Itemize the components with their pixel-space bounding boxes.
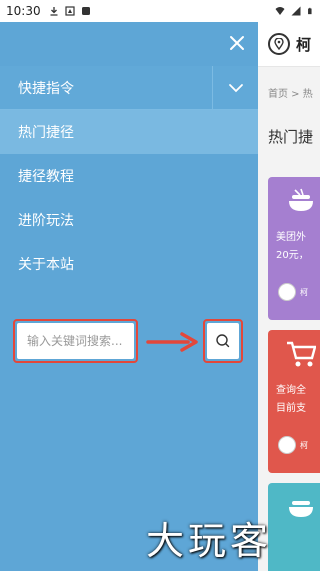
menu-item-about[interactable]: 关于本站 [0,242,258,286]
card-line-1: 查询全 [276,385,306,396]
menu-item-label: 捷径教程 [18,169,74,185]
expand-button[interactable] [212,66,258,110]
search-input[interactable] [17,323,134,359]
author-name: 柯 [300,287,308,297]
card-author: 柯 [278,436,320,454]
search-button-highlight-box [203,319,243,363]
card-line-1: 美团外 [276,232,306,243]
wifi-icon [275,7,285,15]
watermark: 大玩客 [146,519,273,563]
search-icon [216,334,230,348]
chevron-down-icon [228,84,243,93]
shortcut-card[interactable]: 查询全 目前支 柯 [268,330,320,473]
breadcrumb: 首页 > 热 [268,89,313,100]
background-header: 柯 [258,22,320,67]
shopping-cart-icon [287,341,317,367]
download-icon [50,7,58,16]
drawer-menu: 快捷指令 热门捷径 捷径教程 进阶玩法 关于本站 [0,66,258,286]
menu-item-advanced[interactable]: 进阶玩法 [0,198,258,242]
battery-icon [308,7,312,15]
close-icon[interactable] [226,32,248,54]
menu-item-label: 进阶玩法 [18,213,74,229]
food-bowl-icon [289,501,313,517]
search-button[interactable] [207,323,239,359]
background-page: 柯 首页 > 热 热门捷 美团外 20元， 柯 查询全 目前支 柯 [258,22,320,571]
status-bar: 10:30 [0,0,320,22]
card-line-2: 20元， [276,250,309,261]
avatar [278,436,296,454]
search-highlight-box [13,319,138,363]
shortcut-card[interactable]: 美团外 20元， 柯 [268,177,320,320]
navigation-drawer: 快捷指令 热门捷径 捷径教程 进阶玩法 关于本站 [0,22,258,571]
menu-item-label: 快捷指令 [18,80,74,97]
author-name: 柯 [300,440,308,450]
section-title: 热门捷 [268,128,314,146]
site-title: 柯 [296,35,312,54]
location-pin-icon [268,33,290,55]
warning-icon [64,6,75,16]
signal-icon [291,6,301,16]
menu-item-popular[interactable]: 热门捷径 [0,110,258,154]
notification-square-icon [81,7,90,15]
menu-item-tutorial[interactable]: 捷径教程 [0,154,258,198]
arrow-right-icon [146,332,198,352]
food-bowl-icon [289,188,313,211]
card-author: 柯 [278,283,320,301]
avatar [278,283,296,301]
card-line-2: 目前支 [276,403,306,414]
menu-item-label: 热门捷径 [18,125,74,141]
menu-item-shortcuts[interactable]: 快捷指令 [0,66,258,110]
shortcut-card[interactable] [268,483,320,571]
menu-item-label: 关于本站 [18,257,74,273]
status-time: 10:30 [6,4,41,18]
